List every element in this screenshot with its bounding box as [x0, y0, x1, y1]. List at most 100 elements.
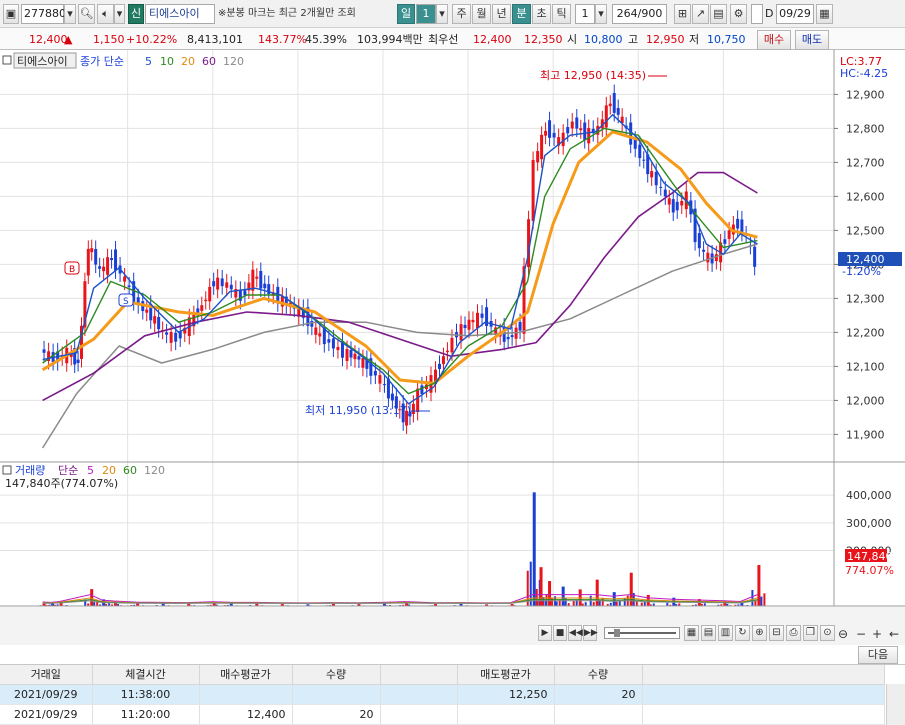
- chart-tool-icon[interactable]: ⊞: [674, 4, 691, 24]
- candle-body: [667, 198, 671, 205]
- buy-button[interactable]: 매수: [757, 30, 791, 50]
- candle-body: [740, 219, 744, 233]
- minus-icon[interactable]: −: [856, 627, 866, 642]
- candle-body: [378, 375, 382, 384]
- volume-bar: [532, 492, 536, 606]
- tab-minute[interactable]: 분: [512, 4, 531, 24]
- candle-body: [229, 284, 233, 290]
- zoom-slider[interactable]: [604, 627, 680, 639]
- zoom-slider-thumb[interactable]: [614, 629, 620, 637]
- volume-bar: [751, 590, 754, 606]
- count-input[interactable]: 264/900: [612, 4, 667, 24]
- left-arrow-icon[interactable]: ←: [889, 627, 899, 642]
- play-icon[interactable]: ▶: [538, 625, 552, 641]
- candle-body: [476, 312, 480, 329]
- zoom-icon[interactable]: ⊙: [820, 625, 835, 641]
- table-row[interactable]: 2021/09/29 11:38:00 12,250 20: [0, 684, 885, 705]
- ruler-icon[interactable]: ⊟: [769, 625, 784, 641]
- ma60-label: 60: [202, 55, 216, 68]
- volume-bar: [615, 601, 618, 606]
- candle-body: [123, 276, 127, 282]
- zoom-out-icon[interactable]: ⊖: [838, 627, 848, 642]
- search-icon[interactable]: 🔍︎: [78, 4, 95, 24]
- forward-icon[interactable]: ▶▶: [583, 625, 598, 641]
- window-menu-icon[interactable]: ▣: [3, 4, 19, 24]
- next-button[interactable]: 다음: [858, 646, 898, 664]
- candle-body: [680, 200, 684, 206]
- candle-body: [76, 359, 80, 363]
- candle-body: [663, 189, 667, 197]
- candle-body: [200, 305, 204, 311]
- table-row[interactable]: 2021/09/29 11:20:00 12,400 20: [0, 704, 885, 725]
- tab-month[interactable]: 월: [472, 4, 491, 24]
- candle-body: [437, 363, 441, 370]
- current-price: 12,400: [29, 33, 68, 46]
- volume-bar: [640, 602, 643, 606]
- candle-body: [110, 258, 114, 261]
- candle-body: [552, 132, 556, 138]
- save-icon[interactable]: ▤: [710, 4, 727, 24]
- sell-avg-cell: [457, 704, 555, 725]
- tab-second[interactable]: 초: [532, 4, 551, 24]
- blank-cell: [380, 704, 458, 725]
- candle-body: [314, 327, 318, 335]
- sound-icon[interactable]: 🔈︎: [97, 4, 114, 24]
- vma5-label: 5: [87, 464, 94, 477]
- panel-collapse-icon[interactable]: [2, 55, 12, 65]
- candle-body: [169, 332, 173, 343]
- vma20-label: 20: [102, 464, 116, 477]
- buy-signal-label: B: [69, 265, 75, 275]
- day-dropdown-icon[interactable]: ▾: [436, 4, 448, 24]
- indicator-icon[interactable]: ↗: [692, 4, 709, 24]
- up-arrow-icon: ▲: [64, 33, 73, 46]
- crosshair-icon[interactable]: ⊕: [752, 625, 767, 641]
- layout-icon[interactable]: ▦: [684, 625, 699, 641]
- tab-day[interactable]: 일: [397, 4, 415, 24]
- refresh-icon[interactable]: ↻: [735, 625, 750, 641]
- sound-dropdown-icon[interactable]: ▾: [114, 4, 125, 24]
- copy-icon[interactable]: ❐: [803, 625, 818, 641]
- change-percent: +10.22%: [126, 33, 178, 46]
- plus-icon[interactable]: +: [872, 627, 882, 642]
- tab-week[interactable]: 주: [452, 4, 471, 24]
- split-icon[interactable]: ▤: [701, 625, 716, 641]
- rewind-icon[interactable]: ◀◀: [568, 625, 583, 641]
- date-input[interactable]: 09/29: [776, 4, 814, 24]
- interval-dropdown-icon[interactable]: ▾: [595, 4, 607, 24]
- d-checkbox[interactable]: [751, 4, 763, 24]
- candle-body: [566, 127, 570, 134]
- candle-body: [336, 346, 340, 351]
- candle-body: [373, 370, 377, 376]
- tab-year[interactable]: 년: [492, 4, 511, 24]
- sell-button[interactable]: 매도: [795, 30, 829, 50]
- candle-body: [510, 335, 514, 338]
- volume-bar: [561, 586, 565, 606]
- volume-bar: [539, 567, 543, 606]
- calendar-icon[interactable]: ▦: [816, 4, 833, 24]
- day-count-input[interactable]: 1: [416, 4, 436, 24]
- grid-icon[interactable]: ▥: [718, 625, 733, 641]
- candle-body: [157, 316, 161, 330]
- candle-body: [675, 201, 679, 211]
- tab-tick[interactable]: 틱: [552, 4, 571, 24]
- candle-body: [349, 349, 353, 358]
- price-tick-label: 12,600: [846, 190, 885, 203]
- candle-body: [587, 128, 591, 144]
- print-icon[interactable]: ⎙: [786, 625, 801, 641]
- stock-chart[interactable]: 11,90012,00012,10012,20012,30012,40012,5…: [0, 50, 905, 607]
- gear-icon[interactable]: ⚙: [730, 4, 747, 24]
- stock-code-input[interactable]: 277880: [21, 4, 66, 24]
- interval-input[interactable]: 1: [575, 4, 595, 24]
- stop-icon[interactable]: ■: [553, 625, 567, 641]
- volume-panel-collapse-icon[interactable]: [2, 465, 12, 475]
- volume-bar: [592, 602, 595, 606]
- candle-body: [420, 385, 424, 394]
- buy-qty-cell: [292, 684, 381, 705]
- trade-date-cell: 2021/09/29: [0, 704, 93, 725]
- table-scrollbar[interactable]: [886, 684, 905, 725]
- candle-body: [345, 349, 349, 361]
- candle-body: [506, 336, 510, 340]
- header-trade-date: 거래일: [0, 665, 93, 685]
- code-dropdown-icon[interactable]: ▾: [64, 4, 76, 24]
- candle-body: [659, 186, 663, 188]
